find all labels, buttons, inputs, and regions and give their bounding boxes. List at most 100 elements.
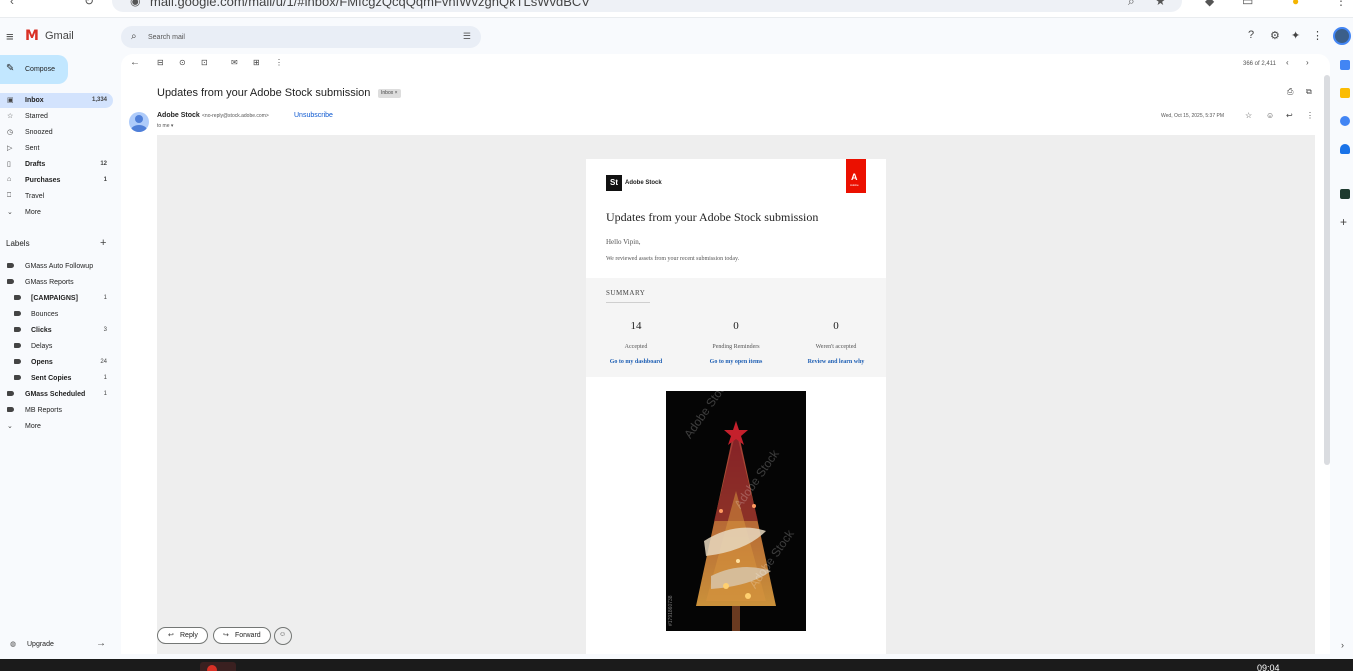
label-item[interactable]: Opens 24 [0,355,113,370]
gemini-sparkle-icon[interactable]: ✦ [1291,29,1300,42]
settings-gear-icon[interactable]: ⚙ [1270,29,1280,42]
open-new-window-icon[interactable]: ⧉ [1306,87,1312,97]
search-input[interactable]: Search mail [148,34,185,41]
card-title: Updates from your Adobe Stock submission [606,210,819,224]
print-icon[interactable]: ⎙ [1287,87,1293,97]
addon-app-icon[interactable] [1340,189,1350,199]
label-item-name: [CAMPAIGNS] [31,295,78,302]
os-taskbar: 09:04 [0,659,1353,671]
label-item[interactable]: [CAMPAIGNS] 1 [0,291,113,306]
reply-button[interactable]: ↩ Reply [157,627,208,644]
sidebar-item-label: Inbox [25,97,44,104]
sender-email: <no-reply@stock.adobe.com> [202,113,269,119]
keep-app-icon[interactable] [1340,88,1350,98]
submission-thumbnail[interactable]: Adobe Stock Adobe Stock Adobe Stock #179… [666,391,806,631]
sidebar-item-snoozed[interactable]: ◷ Snoozed [0,125,113,140]
sender-name[interactable]: Adobe Stock [157,112,200,119]
move-to-icon[interactable]: ⊞ [253,58,260,67]
chevron-down-icon: ⌄ [7,423,13,430]
reply-icon[interactable]: ↩ [1286,111,1293,120]
recipient-details[interactable]: to me ▾ [157,123,173,129]
review-link[interactable]: Review and learn why [786,359,886,365]
zoom-icon[interactable]: ⌕ [1128,0,1135,9]
help-icon[interactable]: ? [1248,29,1254,41]
star-icon[interactable]: ☆ [1245,111,1252,120]
label-item[interactable]: GMass Reports [0,275,113,290]
back-arrow-icon[interactable]: ‹ [10,0,14,8]
reply-label: Reply [180,632,198,639]
emoji-reaction-button[interactable]: ☺ [274,627,292,645]
search-options-icon[interactable]: ☰ [463,31,471,42]
message-date: Wed, Oct 15, 2025, 5:37 PM [1161,113,1224,119]
taskbar-app-icon[interactable] [207,665,217,671]
message-scrollbar[interactable] [1324,75,1330,465]
older-chevron-icon[interactable]: › [1306,58,1309,67]
labels-more[interactable]: ⌄ More [0,419,113,434]
mark-unread-icon[interactable]: ✉ [231,58,238,67]
add-label-plus-icon[interactable]: + [100,237,106,249]
calendar-app-icon[interactable] [1340,60,1350,70]
message-more-icon[interactable]: ⋮ [1306,111,1314,120]
sidebar-item-label: Purchases [25,177,61,184]
tasks-app-icon[interactable] [1340,116,1350,126]
inbox-label-chip[interactable]: Inbox × [378,89,401,98]
label-tag-icon [14,375,21,380]
sidebar-item-label: Snoozed [25,129,53,136]
archive-icon[interactable]: ⊟ [157,58,164,67]
upgrade-button[interactable]: ◍ Upgrade → [0,637,113,653]
upgrade-label: Upgrade [27,641,54,648]
sidebar-item-purchases[interactable]: ⌂ Purchases 1 [0,173,113,188]
label-item[interactable]: Sent Copies 1 [0,371,113,386]
summary-divider [606,302,650,303]
sidebar-item-count: 1,334 [91,97,107,103]
side-panel-toggle-icon[interactable]: › [1341,640,1344,650]
label-item[interactable]: GMass Auto Followup [0,259,113,274]
profile-icon[interactable]: ● [1292,0,1299,8]
newer-chevron-icon[interactable]: ‹ [1286,58,1289,67]
get-addons-plus-icon[interactable]: + [1340,215,1347,229]
tab-search-icon[interactable]: ▭ [1242,0,1253,8]
clock-icon: ◷ [7,129,14,136]
search-icon[interactable]: ⌕ [131,31,137,42]
site-info-icon[interactable]: ◉ [130,0,140,8]
label-item[interactable]: GMass Scheduled 1 [0,387,113,402]
bookmark-star-icon[interactable]: ★ [1155,0,1166,8]
draft-icon: ▯ [7,161,11,168]
sidebar-item-count: 1 [103,177,107,183]
gmail-logo-icon[interactable]: M [25,28,39,44]
gmail-logo-text[interactable]: Gmail [45,30,74,42]
dashboard-link[interactable]: Go to my dashboard [586,359,686,365]
emoji-react-icon[interactable]: ☺ [1266,111,1274,120]
reload-icon[interactable]: ↻ [84,0,94,8]
sidebar-item-drafts[interactable]: ▯ Drafts 12 [0,157,113,172]
sidebar-item-starred[interactable]: ☆ Starred [0,109,113,124]
sidebar-item-more[interactable]: ⌄ More [0,205,113,220]
account-avatar[interactable] [1333,27,1351,45]
open-items-link[interactable]: Go to my open items [686,359,786,365]
browser-menu-icon[interactable]: ⋮ [1335,0,1347,8]
search-bar[interactable]: ⌕ Search mail ☰ [121,26,481,48]
label-item[interactable]: MB Reports [0,403,113,418]
label-item-name: GMass Auto Followup [25,263,94,270]
forward-button[interactable]: ↪ Forward [213,627,271,644]
label-item[interactable]: Delays [0,339,113,354]
compose-button[interactable]: ✎ Compose [0,55,68,84]
unsubscribe-link[interactable]: Unsubscribe [294,112,333,119]
more-options-icon[interactable]: ⋮ [275,58,283,67]
contacts-app-icon[interactable] [1340,144,1350,154]
sidebar-item-travel[interactable]: ⎕ Travel [0,189,113,204]
stat-rejected-label: Weren't accepted [815,344,857,350]
hamburger-menu-icon[interactable]: ≡ [6,29,14,44]
apps-grid-icon[interactable]: ⋮ [1312,29,1323,42]
extension-icon[interactable]: ◆ [1205,0,1214,8]
back-arrow-icon[interactable]: ← [130,57,140,68]
taskbar-app[interactable] [200,662,236,671]
sidebar-item-sent[interactable]: ▷ Sent [0,141,113,156]
sidebar-item-inbox[interactable]: ▣ Inbox 1,334 [0,93,113,108]
label-item[interactable]: Clicks 3 [0,323,113,338]
url-text[interactable]: mail.google.com/mail/u/1/#inbox/FMfcgzQc… [150,0,590,9]
report-spam-icon[interactable]: ⊙ [179,58,186,67]
label-item[interactable]: Bounces [0,307,113,322]
delete-icon[interactable]: ⊡ [201,58,208,67]
sidebar-item-label: Travel [25,193,45,200]
